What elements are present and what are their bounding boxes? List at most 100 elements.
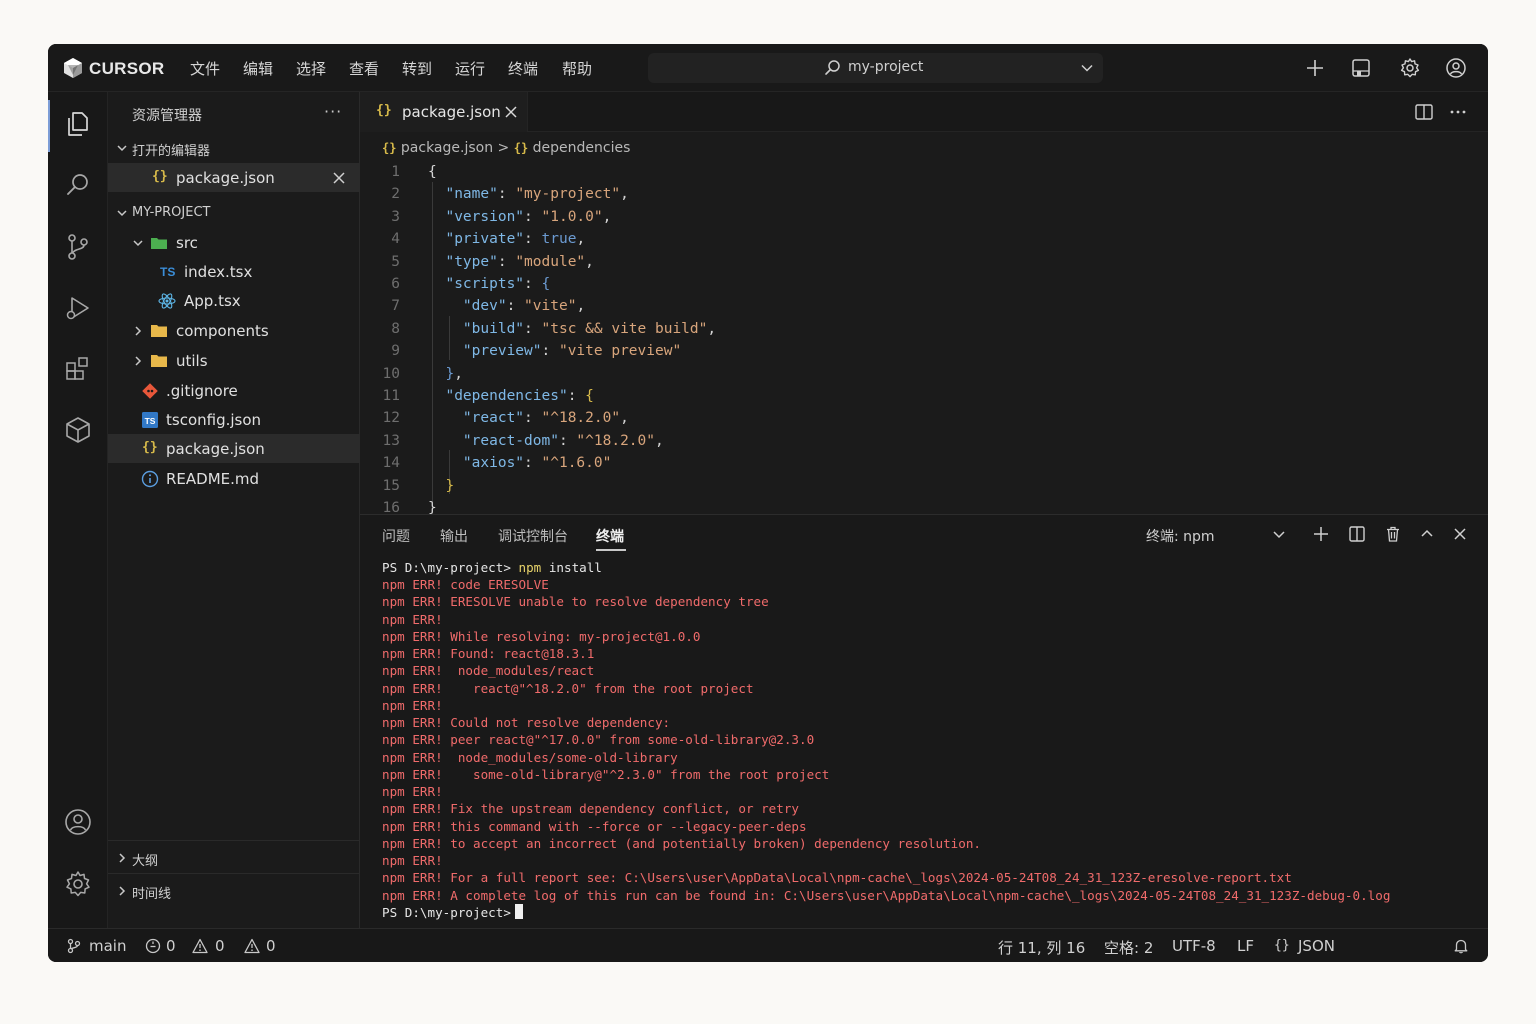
- code-token: "private": [445, 231, 525, 248]
- tab-output[interactable]: 输出: [440, 526, 468, 546]
- manage-gear-icon[interactable]: [63, 869, 93, 899]
- code-token: "name": [445, 186, 498, 203]
- project-header[interactable]: MY-PROJECT: [108, 198, 360, 227]
- terminal-final-prompt[interactable]: PS D:\my-project>: [382, 904, 1482, 921]
- menu-go[interactable]: 转到: [402, 58, 432, 79]
- menu-view[interactable]: 查看: [349, 58, 379, 79]
- breadcrumb-file[interactable]: package.json: [401, 140, 493, 156]
- open-editor-item[interactable]: {} package.json: [108, 163, 360, 192]
- close-icon[interactable]: [332, 171, 346, 185]
- code-line[interactable]: 16}: [360, 500, 1488, 514]
- menu-run[interactable]: 运行: [455, 58, 485, 79]
- bottom-panel: 问题 输出 调试控制台 终端 终端: npm PS D:\my-project>…: [360, 514, 1488, 928]
- tree-item-app-tsx[interactable]: App.tsx: [108, 286, 360, 315]
- breadcrumb-separator: >: [497, 140, 510, 156]
- code-line[interactable]: 6 "scripts": {: [360, 276, 1488, 298]
- code-line[interactable]: 3 "version": "1.0.0",: [360, 209, 1488, 231]
- ports-count[interactable]: 0: [166, 937, 176, 955]
- branch-name[interactable]: main: [89, 937, 126, 955]
- toggle-panel-icon[interactable]: [1350, 57, 1372, 79]
- encoding[interactable]: UTF-8: [1172, 937, 1216, 955]
- code-token: "version": [445, 208, 525, 225]
- menu-file[interactable]: 文件: [190, 58, 220, 79]
- code-line[interactable]: 14 "axios": "^1.6.0": [360, 455, 1488, 477]
- tab-debug-console[interactable]: 调试控制台: [498, 526, 568, 546]
- code-line[interactable]: 13 "react-dom": "^18.2.0",: [360, 433, 1488, 455]
- app-window: CURSOR 文件 编辑 选择 查看 转到 运行 终端 帮助 my-projec…: [48, 44, 1488, 962]
- terminal-error-line: npm ERR! this command with --force or --…: [382, 818, 807, 834]
- breadcrumb: {} package.json > {} dependencies: [382, 140, 630, 156]
- tree-item-readme[interactable]: README.md: [108, 464, 360, 493]
- tab-problems[interactable]: 问题: [382, 526, 410, 546]
- terminal-error-line: npm ERR! node_modules/react: [382, 663, 595, 679]
- terminal-select[interactable]: 终端: npm: [1146, 526, 1215, 546]
- tree-item-tsconfig[interactable]: TS tsconfig.json: [108, 405, 360, 434]
- trash-icon[interactable]: [1384, 525, 1402, 543]
- code-line[interactable]: 15 }: [360, 478, 1488, 500]
- indentation[interactable]: 空格: 2: [1104, 937, 1153, 958]
- timeline-header[interactable]: 时间线: [108, 876, 360, 905]
- gear-icon[interactable]: [1399, 57, 1421, 79]
- tree-item-src[interactable]: src: [108, 228, 360, 257]
- menu-selection[interactable]: 选择: [296, 58, 326, 79]
- close-panel-icon[interactable]: [1451, 525, 1469, 543]
- section-label: 时间线: [132, 887, 172, 902]
- code-token: :: [497, 253, 516, 270]
- code-token: :: [497, 186, 516, 203]
- code-line[interactable]: 9 "preview": "vite preview": [360, 343, 1488, 365]
- maximize-panel-icon[interactable]: [1418, 525, 1436, 543]
- errors-count[interactable]: 0: [215, 937, 225, 955]
- chevron-down-icon[interactable]: [1270, 525, 1288, 543]
- explorer-icon[interactable]: [63, 109, 93, 139]
- search-icon[interactable]: [63, 170, 93, 200]
- end-of-line[interactable]: LF: [1237, 937, 1254, 955]
- account-icon[interactable]: [63, 807, 93, 837]
- more-actions-icon[interactable]: [1448, 102, 1468, 122]
- language-mode[interactable]: JSON: [1298, 937, 1335, 955]
- outline-header[interactable]: 大纲: [108, 843, 360, 872]
- tree-item-package-json[interactable]: {} package.json: [108, 434, 360, 463]
- code-line[interactable]: 2 "name": "my-project",: [360, 186, 1488, 208]
- line-number: 3: [391, 208, 400, 225]
- close-icon[interactable]: [504, 105, 518, 119]
- code-line[interactable]: 7 "dev": "vite",: [360, 298, 1488, 320]
- code-line[interactable]: 8 "build": "tsc && vite build",: [360, 321, 1488, 343]
- split-terminal-icon[interactable]: [1348, 525, 1366, 543]
- plus-icon[interactable]: [1304, 57, 1326, 79]
- tree-item-gitignore[interactable]: .gitignore: [108, 376, 360, 405]
- split-editor-icon[interactable]: [1414, 102, 1434, 122]
- code-editor[interactable]: 1{2 "name": "my-project", 3 "version": "1…: [360, 160, 1488, 514]
- title-bar: CURSOR 文件 编辑 选择 查看 转到 运行 终端 帮助 my-projec…: [48, 44, 1488, 92]
- menu-help[interactable]: 帮助: [562, 58, 592, 79]
- breadcrumb-symbol[interactable]: dependencies: [533, 140, 631, 156]
- tab-terminal[interactable]: 终端: [596, 526, 624, 546]
- code-line[interactable]: 1{: [360, 164, 1488, 186]
- tab-package-json[interactable]: {} package.json: [360, 92, 528, 132]
- tree-item-components[interactable]: components: [108, 316, 360, 345]
- cube-icon[interactable]: [63, 415, 93, 445]
- bell-icon[interactable]: [1453, 938, 1469, 954]
- code-line[interactable]: 5 "type": "module",: [360, 254, 1488, 276]
- menu-edit[interactable]: 编辑: [243, 58, 273, 79]
- account-icon[interactable]: [1445, 57, 1467, 79]
- run-debug-icon[interactable]: [63, 293, 93, 323]
- terminal-output[interactable]: npm ERR! code ERESOLVE npm ERR! ERESOLVE …: [382, 576, 1482, 904]
- code-token: "^18.2.0": [541, 410, 621, 427]
- tree-item-index-tsx[interactable]: TS index.tsx: [108, 257, 360, 286]
- open-editors-header[interactable]: 打开的编辑器: [108, 133, 360, 162]
- menu-terminal[interactable]: 终端: [508, 58, 538, 79]
- code-line[interactable]: 10 },: [360, 366, 1488, 388]
- tree-item-utils[interactable]: utils: [108, 346, 360, 375]
- warnings-count[interactable]: 0: [266, 937, 276, 955]
- code-line[interactable]: 11 "dependencies": {: [360, 388, 1488, 410]
- more-actions-icon[interactable]: ···: [324, 102, 342, 121]
- source-control-icon[interactable]: [63, 232, 93, 262]
- cursor-position[interactable]: 行 11, 列 16: [998, 937, 1085, 958]
- new-terminal-icon[interactable]: [1312, 525, 1330, 543]
- code-line[interactable]: 12 "react": "^18.2.0",: [360, 410, 1488, 432]
- extensions-icon[interactable]: [63, 354, 93, 384]
- command-center[interactable]: my-project: [648, 53, 1103, 83]
- chevron-down-icon[interactable]: [1080, 61, 1094, 75]
- editor-tab-bar: {} package.json: [360, 92, 1488, 132]
- code-line[interactable]: 4 "private": true,: [360, 231, 1488, 253]
